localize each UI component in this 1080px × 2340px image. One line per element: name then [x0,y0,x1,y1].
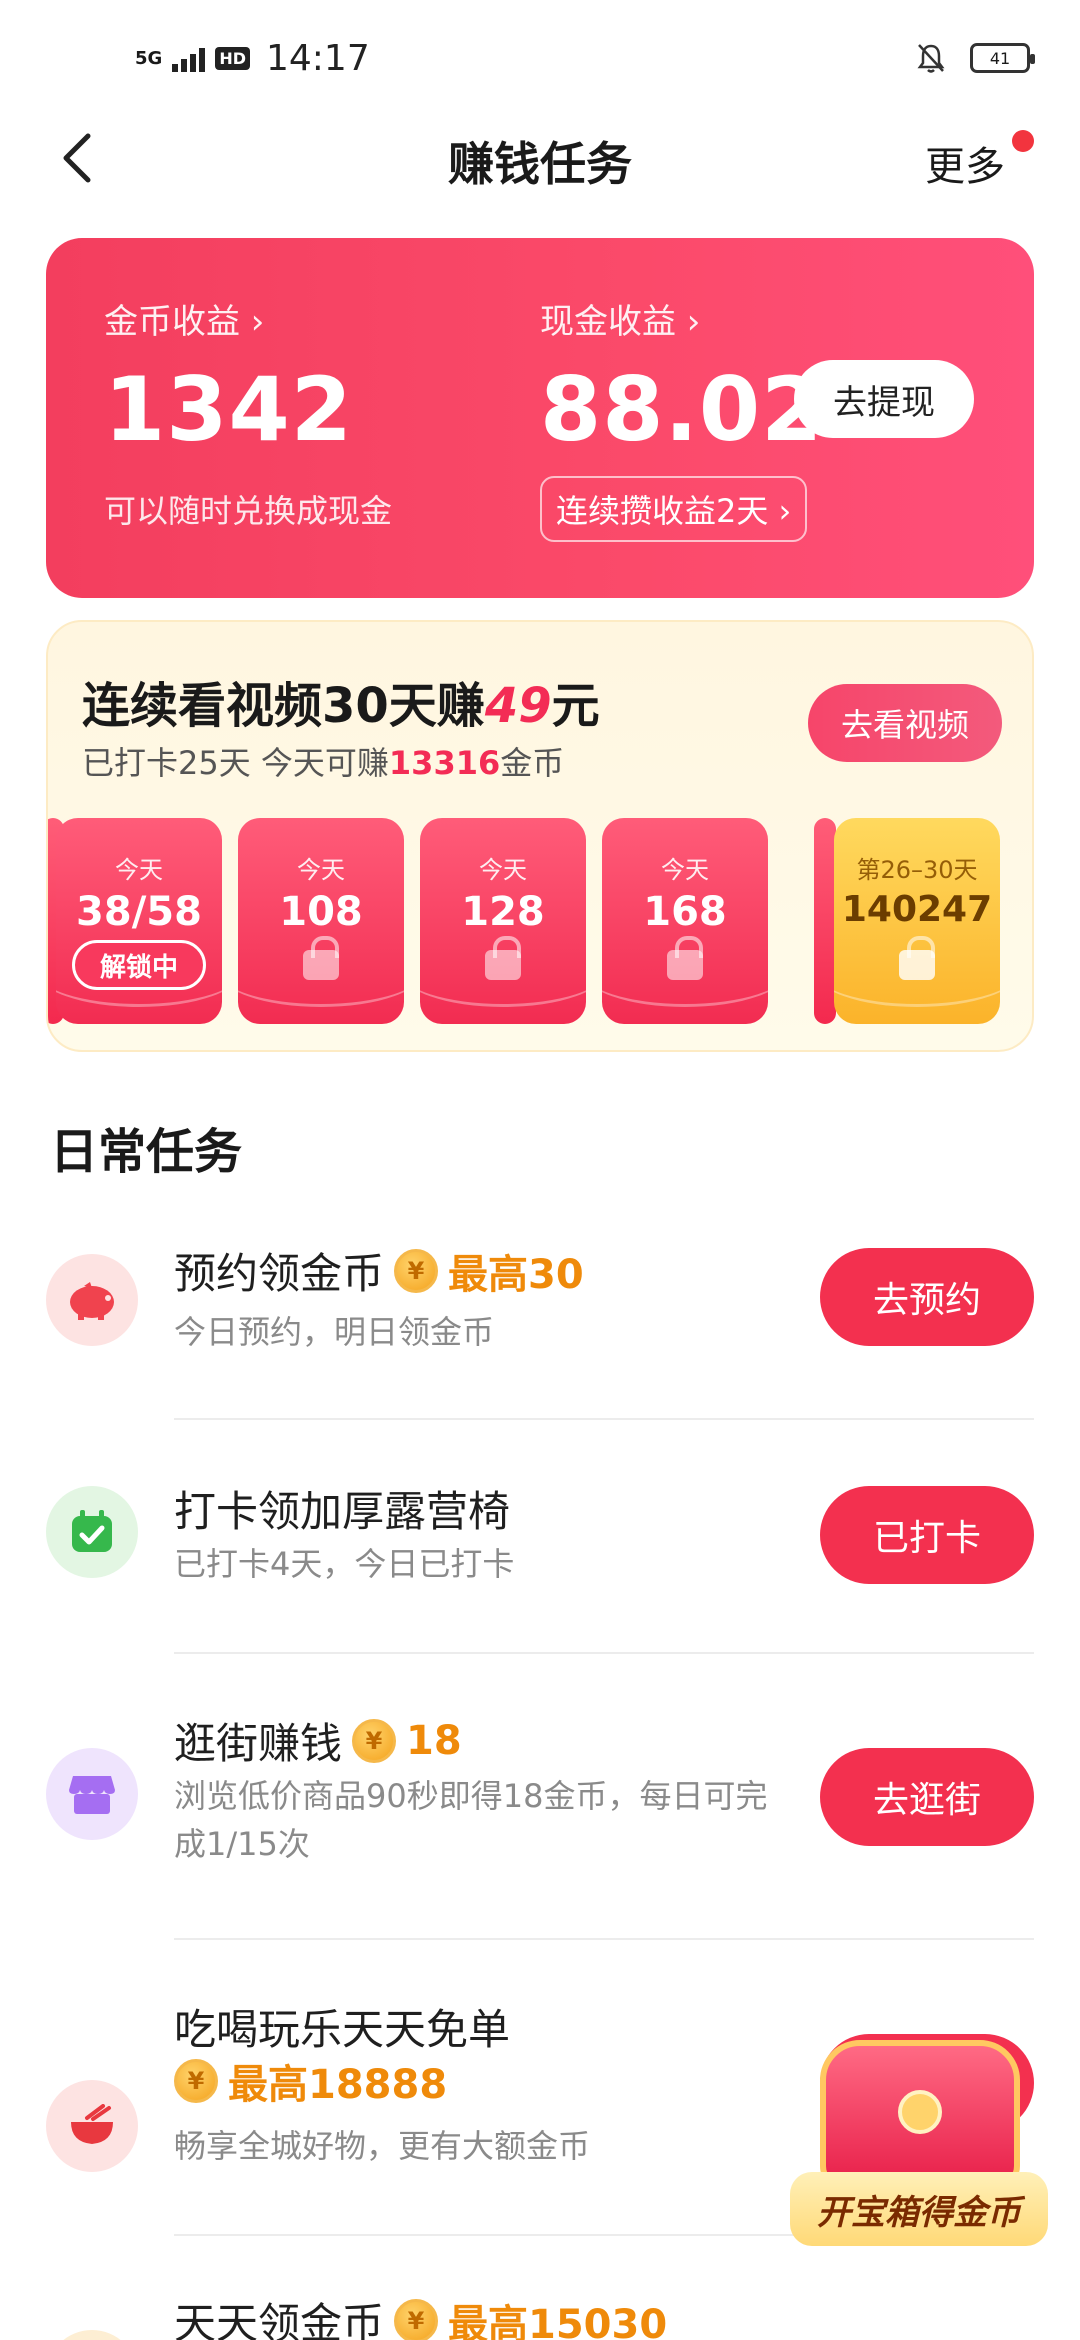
task-reward: 最高30 [448,1251,584,1298]
notification-dot [1012,130,1034,152]
task-reward: 18 [406,1717,462,1764]
go-shopping-button[interactable]: 去逛街 [820,1748,1034,1846]
day-card[interactable]: 今天 108 [238,818,404,1024]
treasure-chest-button[interactable]: 开宝箱得金币 [790,2030,1050,2250]
page-title: 赚钱任务 [448,137,632,191]
task-title: 逛街赚钱 ¥ 18 [174,1710,462,1771]
food-bowl-icon [46,2080,138,2172]
day-card[interactable]: 今天 128 [420,818,586,1024]
day-card-tag: 今天 [297,856,345,884]
coin-earnings-link[interactable]: 金币收益 › [104,294,264,343]
shop-icon [46,1748,138,1840]
task-title-text: 逛街赚钱 [174,1719,343,1768]
task-desc: 今日预约，明日领金币 [174,1313,495,1351]
status-left: 5G HD 14:17 [135,38,370,79]
day-card-value: 140247 [841,889,993,930]
signal-icon [172,46,206,72]
network-type: 5G [135,47,163,69]
more-button[interactable]: 更多 [925,134,1005,192]
calendar-check-icon [46,1486,138,1578]
task-title: 打卡领加厚露营椅 [174,1478,510,1539]
streak-sub-amount: 13316 [388,744,501,782]
task-title-text: 天天领金币 [174,2299,385,2340]
day-card-value: 128 [461,889,545,935]
withdraw-button[interactable]: 去提现 [794,360,974,438]
task-title: 预约领金币 ¥ 最高30 [174,1240,584,1301]
cash-earnings-link[interactable]: 现金收益 › [540,294,700,343]
earnings-card: 金币收益 › 1342 可以随时兑换成现金 现金收益 › 88.02 连续攒收益… [46,238,1034,598]
streak-subtitle: 已打卡25天 今天可赚13316金币 [82,738,564,784]
task-title-text: 吃喝玩乐天天免单 [174,2005,511,2054]
lock-icon [667,936,703,980]
coin-earnings-value: 1342 [104,358,353,461]
day-card-tag: 第26–30天 [856,856,978,884]
unlocking-badge: 解锁中 [72,940,206,990]
status-right: 41 [916,42,1035,74]
task-reward-line: ¥ 最高18888 [174,2052,447,2110]
day-reward-row[interactable]: 今天 38/58 解锁中 今天 108 今天 128 今天 168 第26–30… [48,818,1032,1028]
day-card-tag: 今天 [115,856,163,884]
streak-sub-unit: 金币 [500,744,565,782]
streak-title: 连续看视频30天赚49元 [82,666,600,736]
day-card-tag: 今天 [661,856,709,884]
day-card-value: 38/58 [76,889,202,935]
streak-title-text: 连续看视频30天赚 [82,678,485,734]
hd-badge: HD [215,47,250,70]
lock-icon [303,936,339,980]
bell-off-icon [917,44,945,73]
day-card[interactable]: 今天 168 [602,818,768,1024]
task-desc: 浏览低价商品90秒即得18金币，每日可完成1/15次 [174,1777,768,1863]
day-card-final[interactable]: 第26–30天 140247 [834,818,1000,1024]
nav-bar: 赚钱任务 更多 [0,120,1080,200]
reserve-button[interactable]: 去预约 [820,1248,1034,1346]
coin-icon: ¥ [352,1718,397,1763]
clock: 14:17 [265,38,370,79]
task-title-text: 预约领金币 [174,1249,385,1298]
day-card-value: 108 [279,889,363,935]
streak-title-unit: 元 [551,678,600,734]
day-card[interactable]: 今天 38/58 解锁中 [56,818,222,1024]
watch-video-button[interactable]: 去看视频 [808,684,1002,762]
daily-tasks-title: 日常任务 [50,1124,243,1180]
streak-chip[interactable]: 连续攒收益2天 › [540,476,808,542]
streak-title-amount: 49 [484,678,552,734]
lock-icon [485,936,521,980]
battery-level: 41 [989,48,1011,68]
task-desc: 畅享全城好物，更有大额金币 [174,2127,591,2165]
video-streak-card: 连续看视频30天赚49元 已打卡25天 今天可赚13316金币 去看视频 今天 … [46,620,1034,1052]
piggy-bank-icon [46,1254,138,1346]
battery-icon: 41 [970,43,1035,73]
coin-icon: ¥ [394,2298,439,2340]
coin-icon: ¥ [394,1248,439,1293]
coin-earnings-note: 可以随时兑换成现金 [104,492,393,530]
checked-in-button[interactable]: 已打卡 [820,1486,1034,1584]
task-title-text: 打卡领加厚露营椅 [174,1487,511,1536]
status-bar: 5G HD 14:17 41 [0,0,1080,120]
lock-icon [899,936,935,980]
day-card-tag: 今天 [479,856,527,884]
task-reward: 最高18888 [228,2062,448,2108]
day-card-edge [814,818,836,1024]
cash-earnings-value: 88.02 [540,358,824,461]
divider [174,1418,1034,1420]
coin-icon [46,2330,138,2340]
coin-icon: ¥ [174,2059,218,2103]
task-title: 吃喝玩乐天天免单 [174,1996,510,2057]
day-card-value: 168 [643,889,727,935]
task-title: 天天领金币 ¥ 最高15030 [174,2290,667,2340]
streak-sub-text: 已打卡25天 今天可赚 [82,744,389,782]
divider [174,1938,1034,1940]
task-reward: 最高15030 [448,2301,668,2340]
treasure-chest-label: 开宝箱得金币 [790,2172,1048,2246]
task-desc: 已打卡4天，今日已打卡 [174,1545,515,1583]
divider [174,1652,1034,1654]
chest-emblem-icon [898,2090,942,2134]
